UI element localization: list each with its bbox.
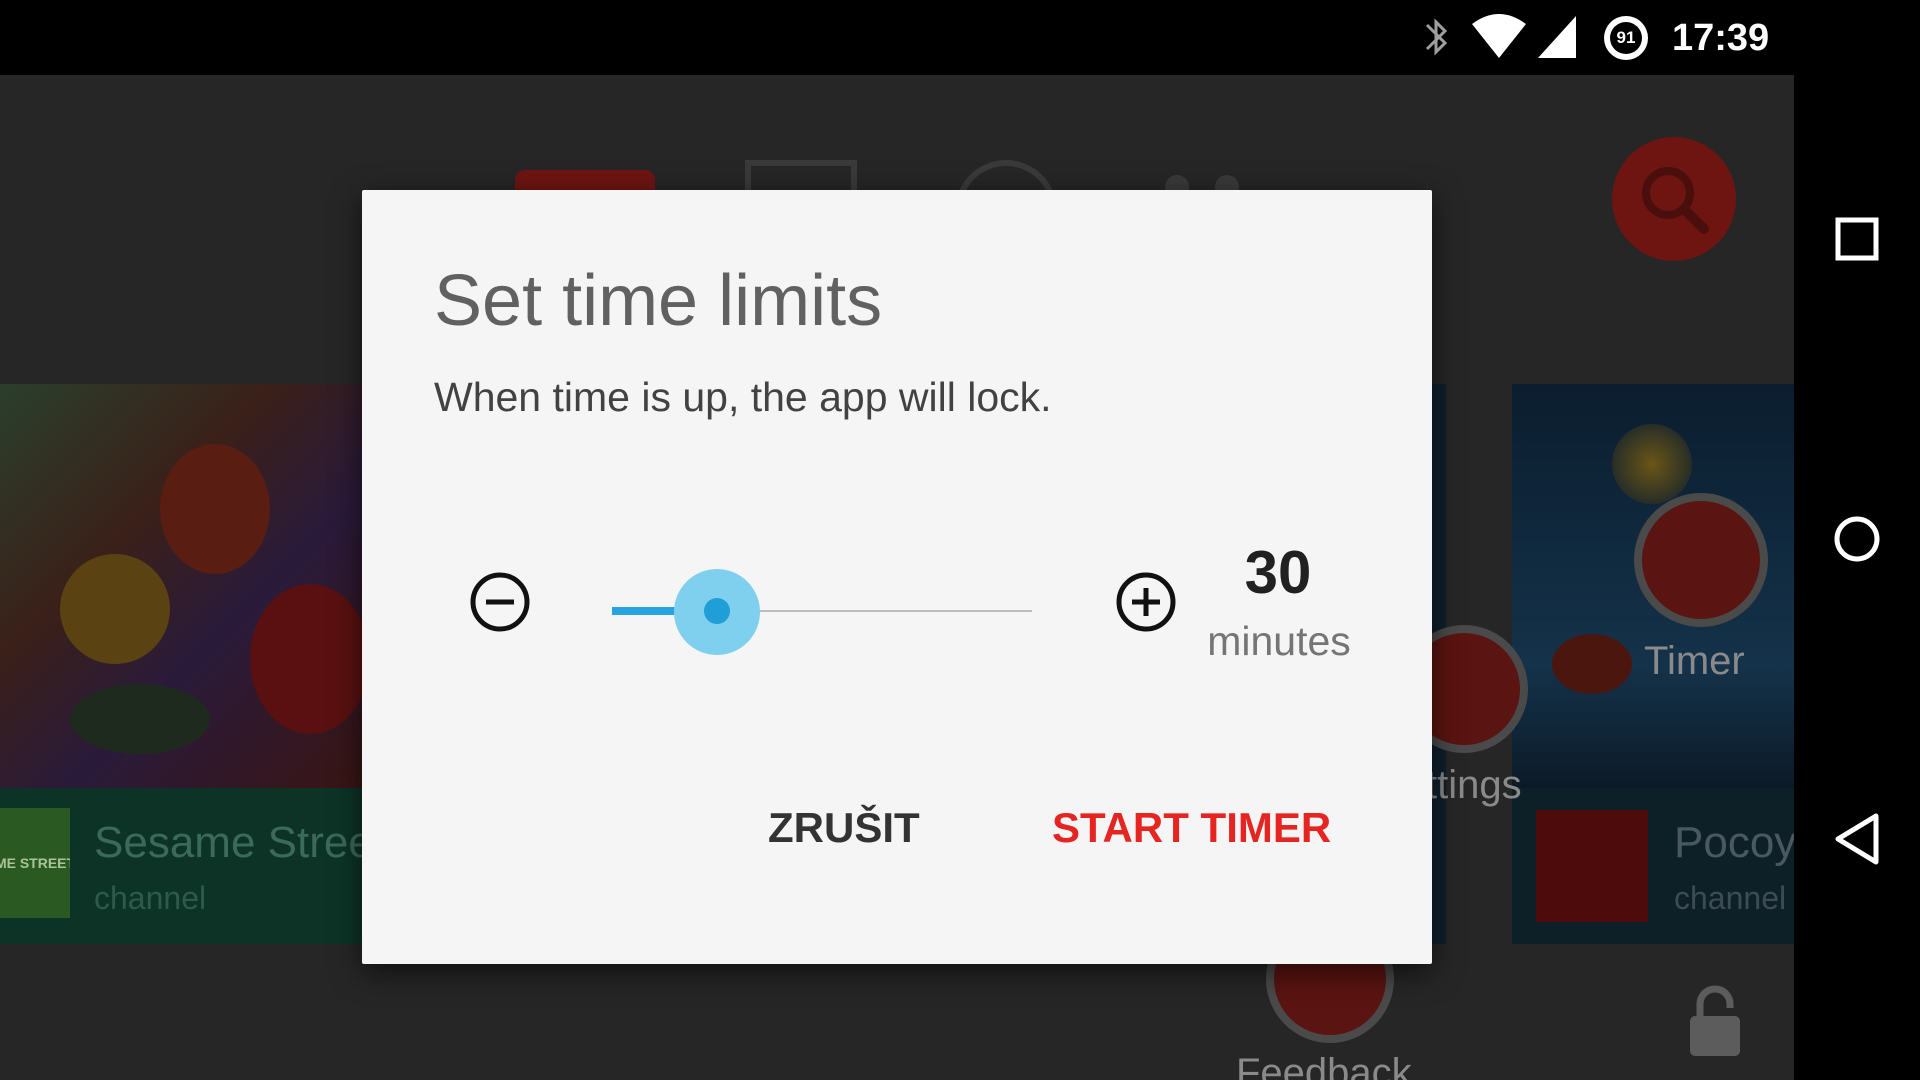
time-slider[interactable] (612, 562, 1032, 662)
time-unit: minutes (1207, 618, 1351, 664)
start-timer-button[interactable]: START TIMER (1052, 804, 1331, 852)
increase-button[interactable] (1114, 570, 1178, 634)
battery-icon: 91 (1604, 16, 1648, 60)
cell-signal-icon (1538, 16, 1576, 58)
bluetooth-icon (1425, 18, 1448, 56)
recents-button[interactable] (1794, 179, 1920, 299)
slider-thumb[interactable] (704, 598, 730, 624)
back-icon (1835, 813, 1879, 865)
home-button[interactable] (1794, 479, 1920, 599)
minus-circle-icon (470, 572, 530, 632)
decrease-button[interactable] (468, 570, 532, 634)
time-limit-dialog: Set time limits When time is up, the app… (362, 190, 1432, 964)
recents-icon (1835, 217, 1879, 261)
home-icon (1834, 516, 1880, 562)
battery-level: 91 (1610, 22, 1642, 54)
status-bar: 91 17:39 (0, 0, 1920, 75)
time-value: 30 (1244, 539, 1312, 606)
dialog-message: When time is up, the app will lock. (434, 374, 1052, 420)
plus-circle-icon (1116, 572, 1176, 632)
system-nav-bar (1794, 75, 1920, 1080)
back-button[interactable] (1794, 779, 1920, 899)
clock: 17:39 (1672, 17, 1770, 59)
dialog-title: Set time limits (434, 261, 883, 341)
cancel-button[interactable]: ZRUŠIT (768, 804, 920, 852)
wifi-icon (1472, 14, 1526, 58)
